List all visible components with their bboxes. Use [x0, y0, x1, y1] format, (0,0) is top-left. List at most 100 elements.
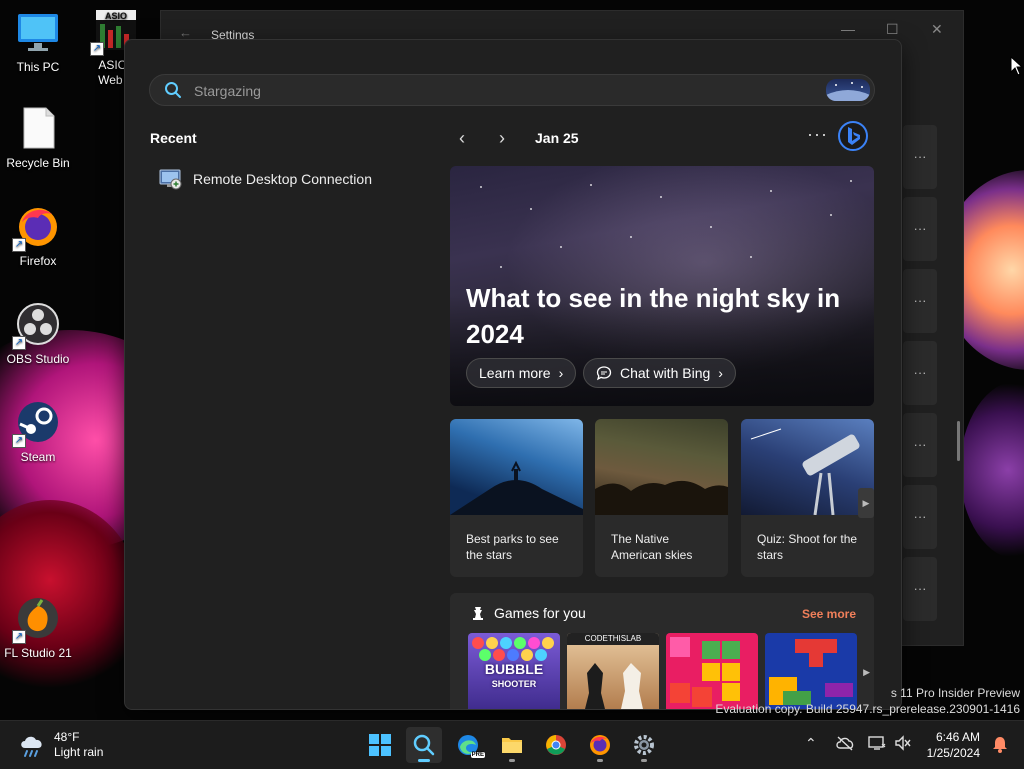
settings-row[interactable]: ···	[903, 557, 937, 621]
chevron-right-icon: ›	[558, 365, 564, 381]
game-tile-banner: CODETHISLAB	[567, 633, 659, 645]
carousel-next-icon[interactable]: ▶	[858, 488, 874, 518]
shortcut-arrow-icon: ↗	[12, 336, 26, 350]
running-indicator	[418, 759, 430, 762]
desktop-icon-this-pc[interactable]: This PC	[0, 10, 76, 74]
remote-desktop-icon	[159, 169, 182, 190]
search-box[interactable]	[149, 74, 875, 106]
feed-card-quiz[interactable]: Quiz: Shoot for the stars	[741, 419, 874, 577]
recent-item-label: Remote Desktop Connection	[193, 171, 372, 187]
card-image	[450, 419, 583, 515]
search-highlight-thumbnail[interactable]	[826, 79, 870, 101]
search-icon	[165, 82, 181, 98]
desktop-icon-steam[interactable]: ↗ Steam	[0, 400, 76, 464]
see-more-link[interactable]: See more	[802, 607, 856, 621]
shortcut-arrow-icon: ↗	[90, 42, 104, 56]
network-icon[interactable]	[868, 735, 886, 751]
svg-text:ASIO: ASIO	[105, 11, 127, 21]
running-indicator	[641, 759, 647, 762]
settings-row[interactable]: ···	[903, 485, 937, 549]
feed-card-parks[interactable]: Best parks to see the stars	[450, 419, 583, 577]
games-heading-label: Games for you	[494, 605, 586, 621]
desktop-icon-recycle-bin[interactable]: Recycle Bin	[0, 106, 76, 170]
shortcut-arrow-icon: ↗	[12, 238, 26, 252]
notification-bell-icon[interactable]	[992, 735, 1008, 753]
search-icon	[413, 734, 435, 756]
maximize-icon[interactable]: ☐	[886, 21, 899, 38]
search-input[interactable]	[192, 79, 796, 103]
taskbar-settings[interactable]	[626, 727, 662, 763]
clock-time: 6:46 AM	[935, 730, 980, 744]
search-flyout: Recent Remote Desktop Connection ‹ › Jan…	[124, 39, 902, 710]
card-caption: Quiz: Shoot for the stars	[757, 532, 858, 562]
settings-row[interactable]: ···	[903, 413, 937, 477]
settings-row[interactable]: ···	[903, 125, 937, 189]
taskbar-search-button[interactable]	[406, 727, 442, 763]
chevron-up-icon[interactable]: ⌃	[805, 735, 817, 752]
taskbar-firefox[interactable]	[582, 727, 618, 763]
previous-icon[interactable]: ‹	[459, 128, 465, 149]
weather-description: Light rain	[54, 745, 104, 759]
game-tile-bubble-shooter[interactable]: BUBBLE SHOOTER	[468, 633, 560, 709]
game-tile-blocks[interactable]	[666, 633, 758, 709]
card-image	[595, 419, 728, 515]
desktop-icon-firefox[interactable]: ↗ Firefox	[0, 204, 76, 268]
desktop-icon-label: OBS Studio	[6, 352, 70, 366]
settings-row[interactable]: ···	[903, 269, 937, 333]
hero-card[interactable]: What to see in the night sky in 2024 Lea…	[450, 166, 874, 406]
folder-icon	[502, 738, 522, 753]
learn-more-button[interactable]: Learn more ›	[466, 358, 577, 388]
taskbar: 48°F Light rain PRE ⌃ 6:46 AM 1/25/2024	[0, 720, 1024, 769]
settings-row[interactable]: ···	[903, 197, 937, 261]
build-watermark-line1: s 11 Pro Insider Preview	[890, 686, 1020, 700]
game-tile-tetris[interactable]	[765, 633, 857, 709]
tetris-image	[769, 639, 853, 705]
chat-icon	[596, 366, 612, 381]
more-options-icon[interactable]: ···	[807, 124, 828, 145]
game-tile-chess[interactable]: CODETHISLAB	[567, 633, 659, 709]
block-puzzle-image	[670, 637, 740, 707]
volume-muted-icon[interactable]	[894, 735, 912, 751]
feed-card-native-american-skies[interactable]: The Native American skies	[595, 419, 728, 577]
gear-icon	[634, 735, 654, 755]
bing-icon[interactable]	[837, 120, 869, 152]
chat-with-bing-button[interactable]: Chat with Bing ›	[583, 358, 736, 388]
shortcut-arrow-icon: ↗	[12, 630, 26, 644]
games-heading: Games for you	[470, 605, 586, 621]
game-tile-title: BUBBLE SHOOTER	[484, 661, 544, 689]
running-indicator	[597, 759, 603, 762]
taskbar-chrome[interactable]	[538, 727, 574, 763]
taskbar-file-explorer[interactable]	[494, 727, 530, 763]
steam-icon: ↗	[12, 400, 60, 448]
back-arrow-icon[interactable]: ←	[179, 25, 192, 40]
close-icon[interactable]: ✕	[931, 21, 943, 38]
chrome-icon	[546, 735, 566, 755]
system-clock[interactable]: 6:46 AM 1/25/2024	[927, 729, 980, 761]
taskbar-edge-preview[interactable]: PRE	[450, 727, 486, 763]
onedrive-offline-icon[interactable]	[836, 735, 854, 751]
games-section: Games for you See more BUBBLE SHOOTER COD…	[450, 593, 874, 709]
settings-row[interactable]: ···	[903, 341, 937, 405]
recent-item-remote-desktop[interactable]: Remote Desktop Connection	[159, 164, 372, 194]
desktop-icon-fl-studio[interactable]: ↗ FL Studio 21	[0, 596, 76, 660]
weather-widget[interactable]: 48°F Light rain	[18, 730, 103, 760]
desktop-icon-label: Firefox	[19, 254, 57, 268]
learn-more-label: Learn more	[479, 365, 551, 381]
windows-logo-icon	[369, 734, 391, 756]
edge-pre-badge: PRE	[470, 752, 485, 758]
games-next-icon[interactable]: ▶	[863, 667, 870, 678]
scrollbar-thumb[interactable]	[957, 421, 960, 461]
obs-studio-icon: ↗	[12, 302, 60, 350]
start-button[interactable]	[362, 727, 398, 763]
firefox-icon	[590, 735, 610, 755]
minimize-icon[interactable]: —	[841, 21, 855, 37]
running-indicator	[509, 759, 515, 762]
chevron-right-icon: ›	[718, 365, 723, 381]
firefox-icon: ↗	[12, 204, 60, 252]
chess-piece-icon	[473, 607, 483, 620]
recent-heading: Recent	[150, 130, 197, 146]
next-icon[interactable]: ›	[499, 128, 505, 149]
chat-with-bing-label: Chat with Bing	[620, 365, 711, 381]
desktop-icon-obs-studio[interactable]: ↗ OBS Studio	[0, 302, 76, 366]
weather-temperature: 48°F	[54, 730, 80, 744]
